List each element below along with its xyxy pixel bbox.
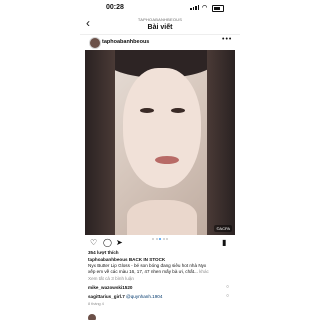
more-options-icon[interactable]: ••• [222,36,232,43]
send-icon[interactable]: ➤ [116,238,123,247]
avatar [88,314,96,320]
caption-text: xếp em về các màu 16, 17, 47 nhen mấy bà… [88,269,200,274]
post-image[interactable]: ©ACPA [85,50,235,235]
signal-icon [190,5,199,10]
comment-user[interactable]: mike_wazowski1520 [88,285,132,290]
image-part [207,50,235,235]
nav-subtitle: TAPHOABANHBEOUS [137,17,183,22]
carousel-dots [152,238,168,240]
wifi-icon: ◠ [202,5,208,11]
comment-mention[interactable]: @quynhanh.1904 [126,294,162,299]
caption-line: taphoabanhbeous BACK IN STOCK [88,257,166,262]
image-part [85,50,115,235]
comment-like-icon[interactable]: ○ [226,284,229,290]
bookmark-icon[interactable]: ▮ [222,238,226,247]
caption-line: xếp em về các màu 16, 17, 47 nhen mấy bà… [88,269,238,275]
caption-more-link[interactable]: khác [199,269,209,274]
status-time: 00:28 [106,4,124,11]
comment-item: sagittarius_girl.7 @quynhanh.1904 [88,294,238,300]
image-part [155,156,179,164]
comment-user[interactable]: sagittarius_girl.7 [88,294,125,299]
likes-count[interactable]: 354 lượt thích [88,250,238,256]
image-part [123,68,201,188]
status-bar: 00:28 ◠ [80,0,240,14]
post-date: 8 tháng 4 [88,302,104,306]
image-part [140,108,154,113]
battery-icon [212,5,224,12]
post-header: taphoabanhbeous ••• [80,36,240,50]
heart-icon[interactable]: ♡ [90,238,97,247]
comment-item: mike_wazowski1520 [88,285,238,291]
comment-icon[interactable]: ◯ [103,238,112,247]
view-all-comments-link[interactable]: Xem tất cả 3 bình luận [88,276,238,282]
phone-screen: 00:28 ◠ ‹ TAPHOABANHBEOUS Bài viết tapho… [80,0,240,320]
post-username[interactable]: taphoabanhbeous [102,39,149,45]
page-title: Bài viết [147,24,173,31]
divider [80,34,240,35]
caption-line: Nyx Butter Lip Gloss - bé son bóng đang … [88,263,207,268]
image-part [171,108,185,113]
avatar[interactable] [89,37,101,49]
image-watermark: ©ACPA [214,225,232,232]
comment-like-icon[interactable]: ○ [226,293,229,299]
post-actions: ♡ ◯ ➤ ▮ [80,236,240,248]
image-part [127,200,197,235]
top-nav: ‹ TAPHOABANHBEOUS Bài viết [80,14,240,36]
